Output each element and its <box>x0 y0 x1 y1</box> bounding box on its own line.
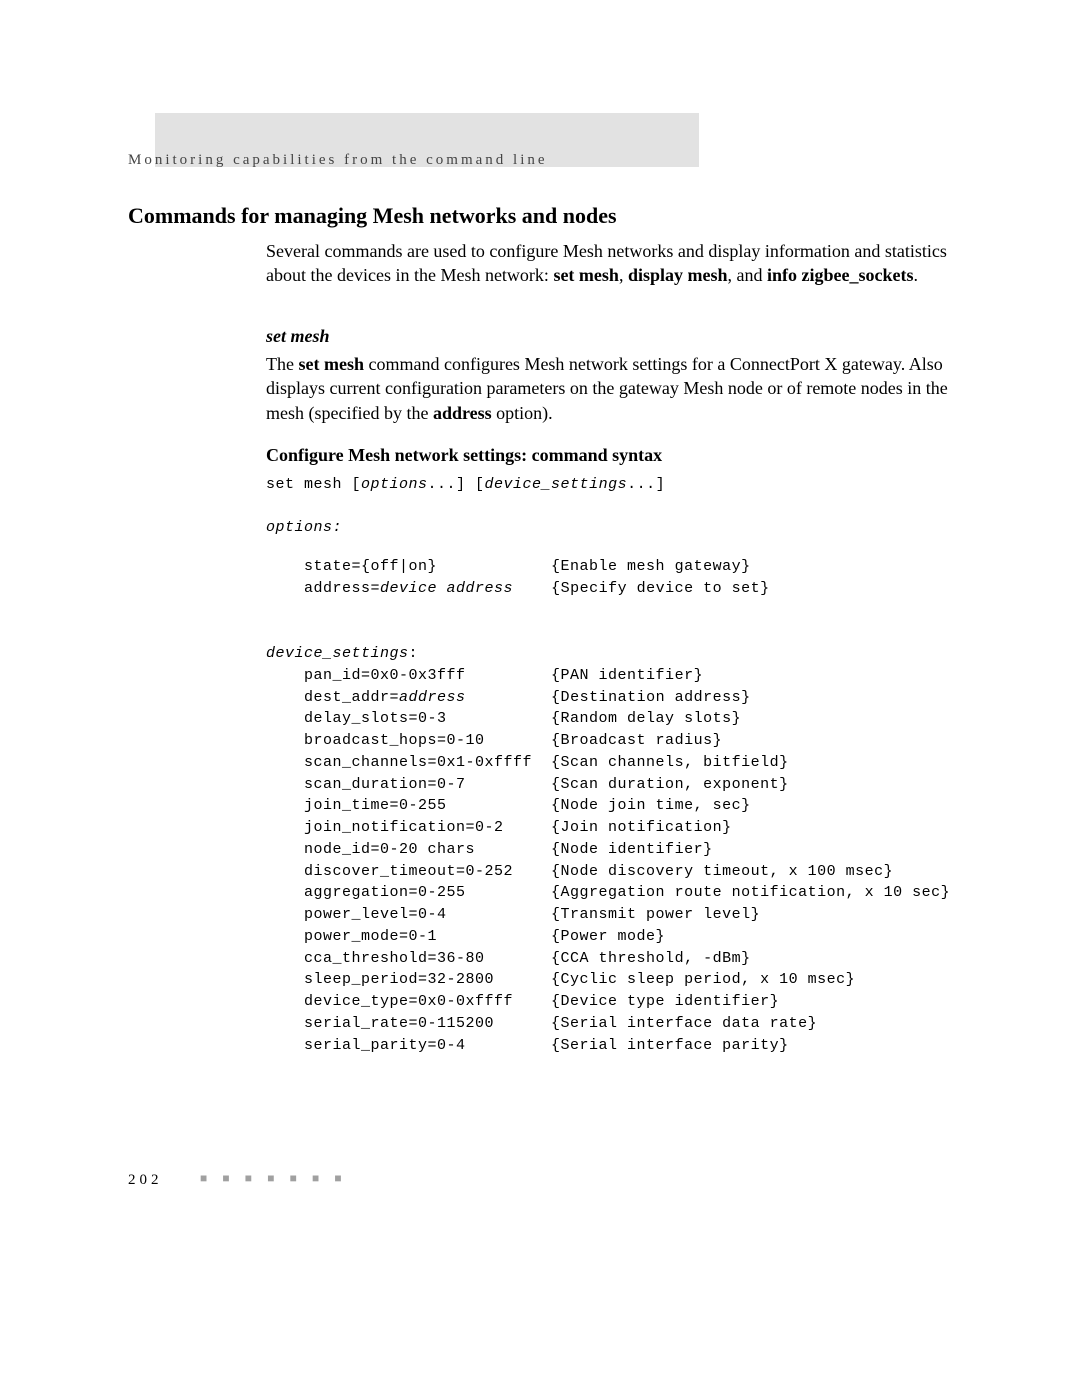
t: The <box>266 354 298 374</box>
subheading-setmesh: set mesh <box>266 326 330 347</box>
dev-destaddr-i: address <box>399 689 466 706</box>
dev-powermode: power_mode=0-1 {Power mode} <box>266 928 665 945</box>
dev-jointime: join_time=0-255 {Node join time, sec} <box>266 797 751 814</box>
dev-serialrate: serial_rate=0-115200 {Serial interface d… <box>266 1015 817 1032</box>
sep: , <box>619 265 628 285</box>
dev-delayslots: delay_slots=0-3 {Random delay slots} <box>266 710 741 727</box>
opt-address-a: address= <box>266 580 380 597</box>
cmd-infozigbee: info zigbee_sockets <box>767 265 913 285</box>
dev-scanduration: scan_duration=0-7 {Scan duration, expone… <box>266 776 789 793</box>
opt-state: state={off|on} {Enable mesh gateway} <box>266 558 751 575</box>
dev-panid: pan_id=0x0-0x3fff {PAN identifier} <box>266 667 703 684</box>
cmd-setmesh: set mesh <box>553 265 619 285</box>
syntax-line: set mesh [options...] [device_settings..… <box>266 474 966 496</box>
dev-sleepperiod: sleep_period=32-2800 {Cyclic sleep perio… <box>266 971 855 988</box>
dev-nodeid: node_id=0-20 chars {Node identifier} <box>266 841 713 858</box>
t: command configures Mesh network settings… <box>266 354 948 423</box>
running-header: Monitoring capabilities from the command… <box>128 152 548 169</box>
cmd-displaymesh: display mesh <box>628 265 728 285</box>
dev-joinnotification: join_notification=0-2 {Join notification… <box>266 819 732 836</box>
setmesh-paragraph: The set mesh command configures Mesh net… <box>266 352 956 425</box>
section-heading: Commands for managing Mesh networks and … <box>128 203 617 229</box>
tail: . <box>913 265 918 285</box>
opt-address-i: device address <box>380 580 513 597</box>
dev-broadcasthops: broadcast_hops=0-10 {Broadcast radius} <box>266 732 722 749</box>
dev-discovertimeout: discover_timeout=0-252 {Node discovery t… <box>266 863 893 880</box>
kw-setmesh: set mesh <box>298 354 364 374</box>
opt-address-b: {Specify device to set} <box>513 580 770 597</box>
page-number: 202 <box>128 1172 163 1189</box>
kw-address: address <box>433 403 492 423</box>
sep: , and <box>727 265 767 285</box>
intro-paragraph: Several commands are used to configure M… <box>266 239 956 288</box>
dev-serialparity: serial_parity=0-4 {Serial interface pari… <box>266 1037 789 1054</box>
t: set mesh [ <box>266 476 361 493</box>
device-settings-block: device_settings: pan_id=0x0-0x3fff {PAN … <box>266 643 966 1056</box>
t: ...] <box>627 476 665 493</box>
subheading-syntax: Configure Mesh network settings: command… <box>266 445 662 466</box>
page: Monitoring capabilities from the command… <box>0 0 1080 1397</box>
dev-destaddr-a: dest_addr= <box>266 689 399 706</box>
dev-aggregation: aggregation=0-255 {Aggregation route not… <box>266 884 950 901</box>
dev-powerlevel: power_level=0-4 {Transmit power level} <box>266 906 760 923</box>
t: ...] [ <box>428 476 485 493</box>
arg-devicesettings: device_settings <box>485 476 628 493</box>
arg-options: options <box>361 476 428 493</box>
options-label: options: <box>266 517 966 539</box>
t: option). <box>492 403 553 423</box>
dev-ccathreshold: cca_threshold=36-80 {CCA threshold, -dBm… <box>266 950 751 967</box>
footer-dots-icon: ■ ■ ■ ■ ■ ■ ■ <box>200 1172 346 1186</box>
dev-devicetype: device_type=0x0-0xffff {Device type iden… <box>266 993 779 1010</box>
dev-destaddr-b: {Destination address} <box>466 689 751 706</box>
device-settings-label: device_settings <box>266 645 409 662</box>
colon: : <box>409 645 419 662</box>
options-block: state={off|on} {Enable mesh gateway} add… <box>266 556 966 600</box>
dev-scanchannels: scan_channels=0x1-0xffff {Scan channels,… <box>266 754 789 771</box>
